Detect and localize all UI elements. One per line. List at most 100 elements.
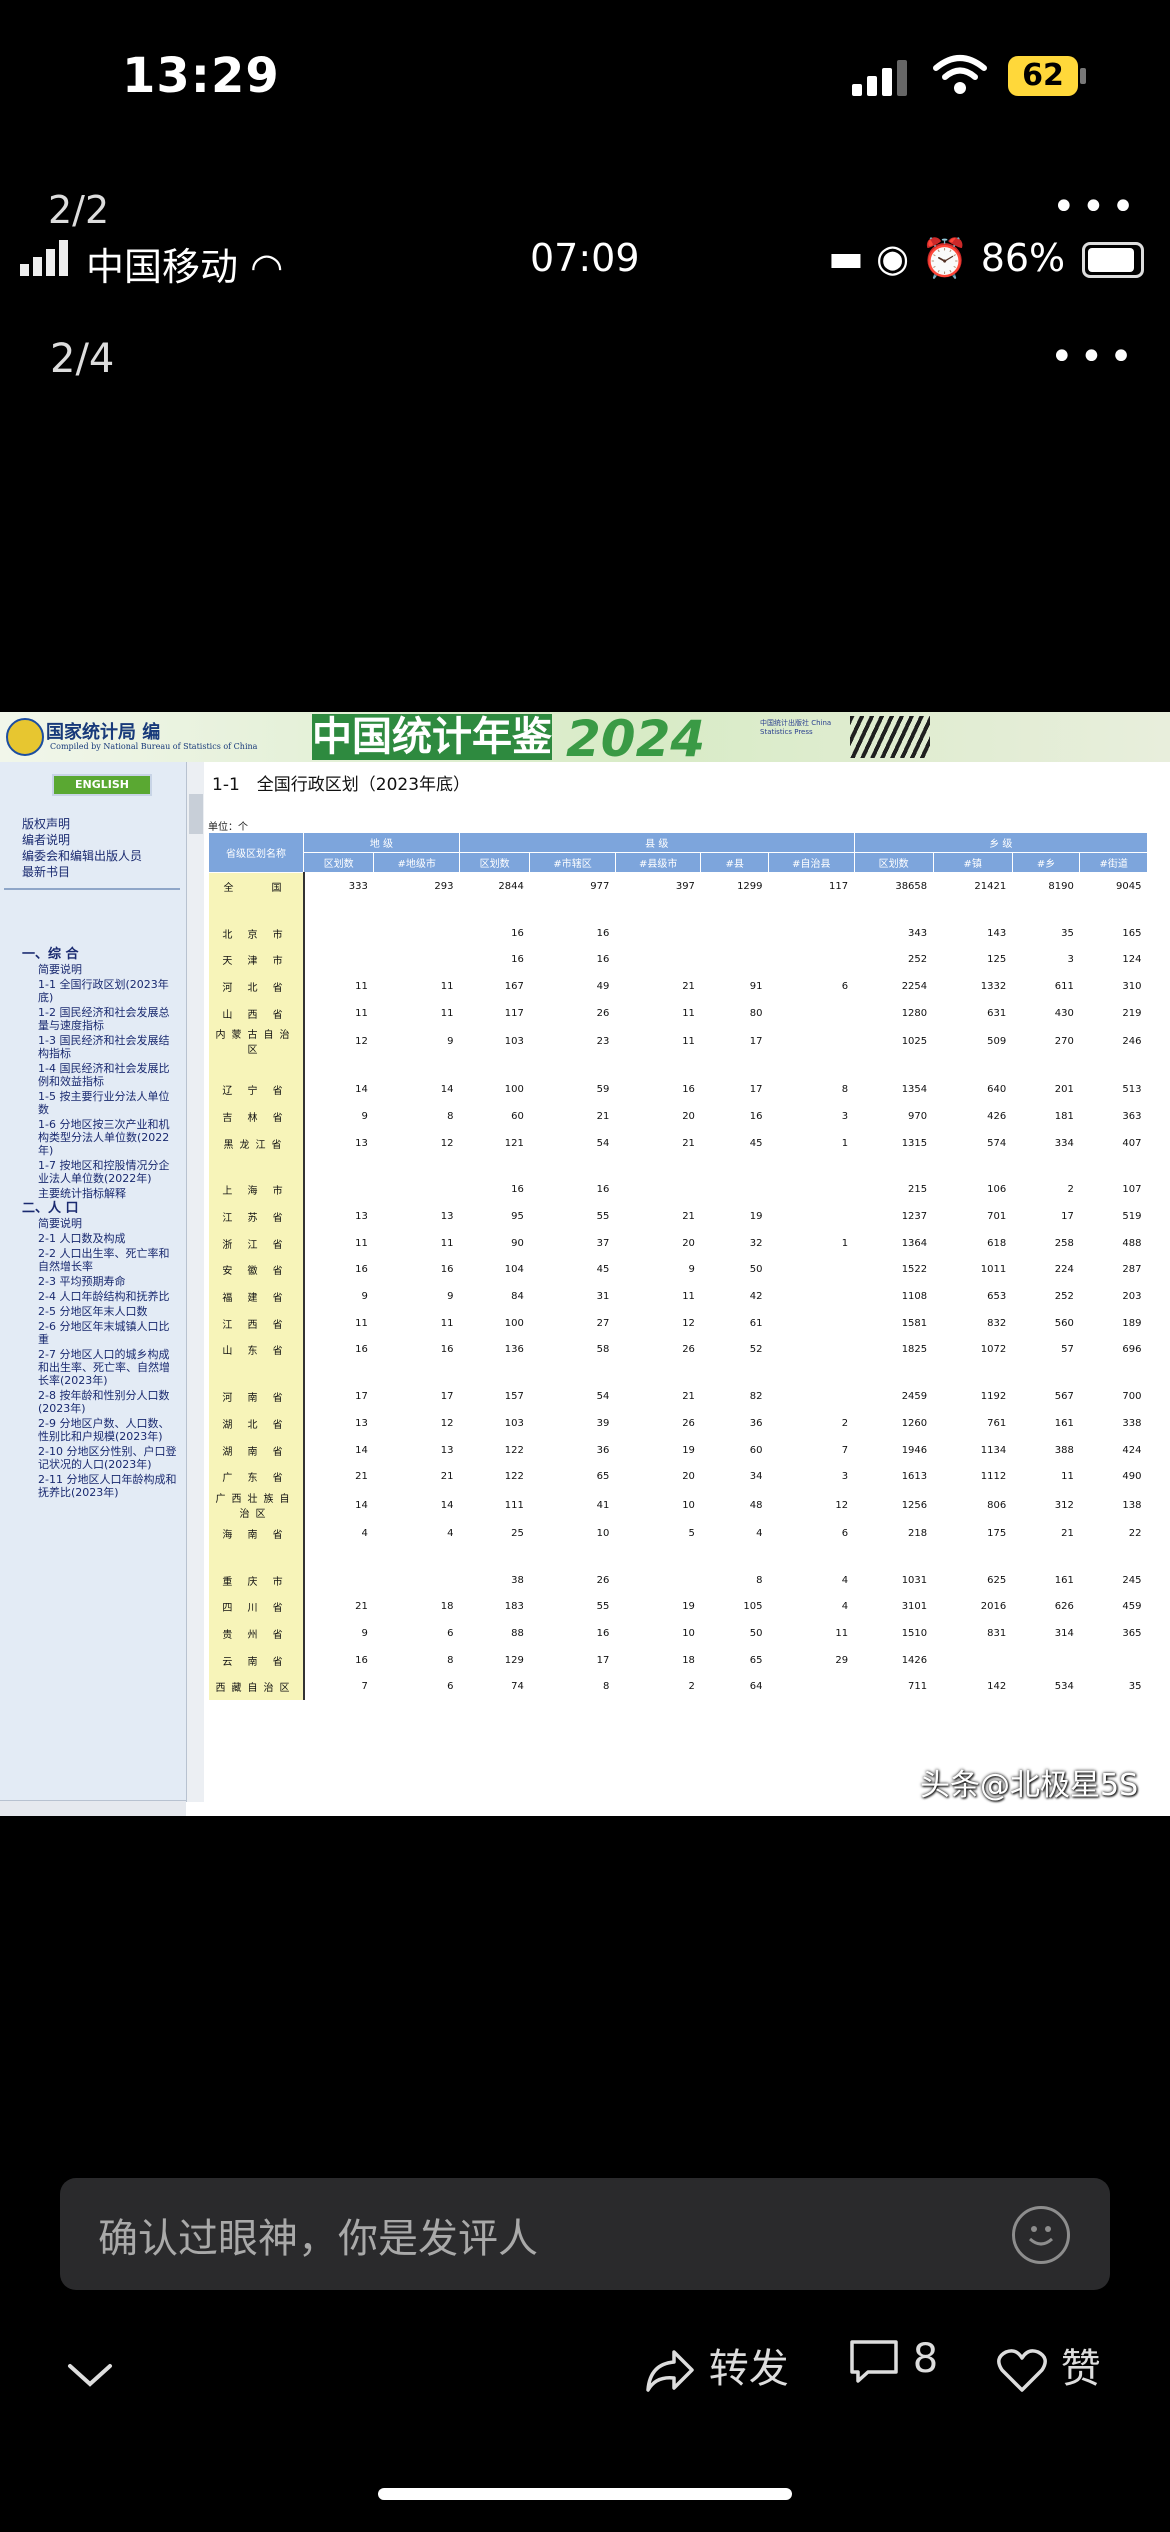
value-cell — [769, 1337, 855, 1364]
value-cell: 14 — [440, 1499, 454, 1511]
value-cell: 11 — [682, 1007, 695, 1019]
tree-item[interactable]: 2-5 分地区年末人口数 — [8, 1305, 180, 1318]
home-indicator — [378, 2488, 792, 2500]
value-cell: 11 — [440, 980, 454, 992]
value-cell: 1112 — [980, 1471, 1007, 1483]
value-cell: 1031 — [901, 1574, 928, 1586]
value-cell: 19 — [749, 1211, 763, 1223]
value-cell: 1237 — [901, 1211, 928, 1223]
value-cell: 23 — [596, 1035, 610, 1047]
value-cell — [933, 1056, 1012, 1076]
value-cell — [304, 1547, 374, 1567]
region-name-cell: 河 北 省 — [208, 973, 305, 1000]
value-cell: 142 — [987, 1681, 1007, 1693]
tree-item[interactable]: 2-11 分地区人口年龄构成和抚养比(2023年) — [8, 1473, 180, 1499]
value-cell: 631 — [987, 1007, 1007, 1019]
value-cell: 1332 — [980, 980, 1007, 992]
value-cell: 14 — [440, 1084, 454, 1096]
tree-section[interactable]: 二、人 口 — [8, 1202, 180, 1215]
tree-item[interactable]: 1-4 国民经济和社会发展比例和效益指标 — [8, 1062, 180, 1088]
tree-item[interactable]: 1-1 全国行政区划(2023年底) — [8, 978, 180, 1004]
value-cell: 45 — [749, 1137, 763, 1149]
tree-item[interactable]: 1-5 按主要行业分法人单位数 — [8, 1090, 180, 1116]
english-button[interactable]: ENGLISH — [52, 774, 152, 796]
tree-item[interactable]: 2-2 人口出生率、死亡率和自然增长率 — [8, 1247, 180, 1273]
region-name-cell — [208, 1363, 305, 1384]
tree-item[interactable]: 2-7 分地区人口的城乡构成和出生率、死亡率、自然增长率(2023年) — [8, 1348, 180, 1387]
like-label: 赞 — [1060, 2346, 1101, 2392]
tree-item[interactable]: 1-7 按地区和控股情况分企业法人单位数(2022年) — [8, 1159, 180, 1185]
value-cell: 52 — [749, 1344, 763, 1356]
value-cell: 625 — [987, 1574, 1007, 1586]
value-cell — [530, 1157, 616, 1177]
value-cell: 6 — [447, 1681, 454, 1693]
sidebar-scrollbar[interactable] — [186, 762, 205, 1802]
tree-item[interactable]: 2-10 分地区分性别、户口登记状况的人口(2023年) — [8, 1445, 180, 1471]
value-cell: 1260 — [901, 1417, 928, 1429]
tree-item[interactable]: 主要统计指标解释 — [8, 1187, 180, 1200]
emoji-icon[interactable] — [1012, 2206, 1070, 2264]
tree-section[interactable]: 一、综 合 — [8, 948, 180, 961]
value-cell: 245 — [1122, 1574, 1142, 1586]
tree-item[interactable]: 1-6 分地区按三次产业和机构类型分法人单位数(2022年) — [8, 1118, 180, 1157]
more-options-button[interactable]: ••• — [1052, 184, 1141, 230]
value-cell: 17 — [440, 1391, 454, 1403]
forward-button[interactable]: 转发 — [644, 2336, 789, 2394]
value-cell — [530, 900, 616, 920]
tree-item[interactable]: 2-9 分地区户数、人口数、性别比和户规模(2023年) — [8, 1417, 180, 1443]
tree-item[interactable]: 2-3 平均预期寿命 — [8, 1275, 180, 1288]
value-cell — [769, 1363, 855, 1383]
sidebar-link[interactable]: 版权声明 — [22, 816, 142, 832]
tree-item[interactable]: 2-4 人口年龄结构和抚养比 — [8, 1290, 180, 1303]
value-cell — [933, 1547, 1012, 1567]
tree-item[interactable]: 简要说明 — [8, 963, 180, 976]
value-cell: 117 — [504, 1007, 524, 1019]
table-row: 西藏自治区 7 6 74 8 2 64 711 142 534 35 — [208, 1673, 1148, 1701]
value-cell — [933, 1363, 1012, 1383]
comments-button[interactable]: 8 — [848, 2336, 938, 2384]
sidebar-link[interactable]: 编者说明 — [22, 832, 142, 848]
value-cell: 11 — [440, 1237, 454, 1249]
value-cell — [933, 1647, 1012, 1674]
like-button[interactable]: 赞 — [996, 2336, 1101, 2394]
value-cell: 13 — [440, 1211, 454, 1223]
value-cell: 60 — [511, 1110, 524, 1122]
tree-item[interactable]: 1-3 国民经济和社会发展结构指标 — [8, 1034, 180, 1060]
region-name-cell: 北 京 市 — [208, 919, 305, 947]
value-cell — [769, 1257, 855, 1284]
sidebar-hscrollbar[interactable] — [0, 1800, 186, 1816]
tree-item[interactable]: 简要说明 — [8, 1217, 180, 1230]
forward-label: 转发 — [708, 2346, 789, 2392]
sidebar-link[interactable]: 编委会和编辑出版人员 — [22, 848, 142, 864]
value-cell: 16 — [355, 1264, 368, 1276]
value-cell — [854, 1157, 933, 1177]
value-cell: 534 — [1054, 1681, 1074, 1693]
value-cell: 11 — [355, 1237, 368, 1249]
value-cell: 189 — [1122, 1317, 1142, 1329]
sidebar-link[interactable]: 最新书目 — [22, 864, 142, 880]
region-name-cell: 海 南 省 — [208, 1520, 305, 1547]
value-cell: 1134 — [980, 1444, 1007, 1456]
column-header: 区划数 — [853, 852, 934, 873]
image-pager-inner: 2/4 — [50, 336, 115, 382]
collapse-chevron-icon[interactable] — [66, 2350, 114, 2401]
value-cell: 183 — [504, 1601, 524, 1613]
tree-item[interactable]: 2-1 人口数及构成 — [8, 1232, 180, 1245]
value-cell — [701, 920, 769, 947]
yearbook-banner: 国家统计局 编 Compiled by National Bureau of S… — [0, 712, 1170, 768]
table-row: 海 南 省 4 4 25 10 5 4 6 218 175 21 22 — [208, 1520, 1148, 1547]
value-cell: 2016 — [980, 1601, 1007, 1613]
value-cell: 338 — [1122, 1417, 1142, 1429]
value-cell: 711 — [908, 1681, 928, 1693]
value-cell — [459, 1363, 529, 1383]
value-cell: 20 — [682, 1110, 695, 1122]
banner-org-en: Compiled by National Bureau of Statistic… — [50, 742, 258, 751]
value-cell — [304, 1157, 374, 1177]
tree-item[interactable]: 2-6 分地区年末城镇人口比重 — [8, 1320, 180, 1346]
tree-item[interactable]: 2-8 按年龄和性别分人口数(2023年) — [8, 1389, 180, 1415]
tree-item[interactable]: 1-2 国民经济和社会发展总量与速度指标 — [8, 1006, 180, 1032]
value-cell — [701, 1056, 769, 1076]
value-cell: 16 — [596, 1627, 610, 1639]
region-name-cell: 上 海 市 — [208, 1176, 305, 1204]
inner-wifi-icon: ◠ — [250, 245, 284, 289]
